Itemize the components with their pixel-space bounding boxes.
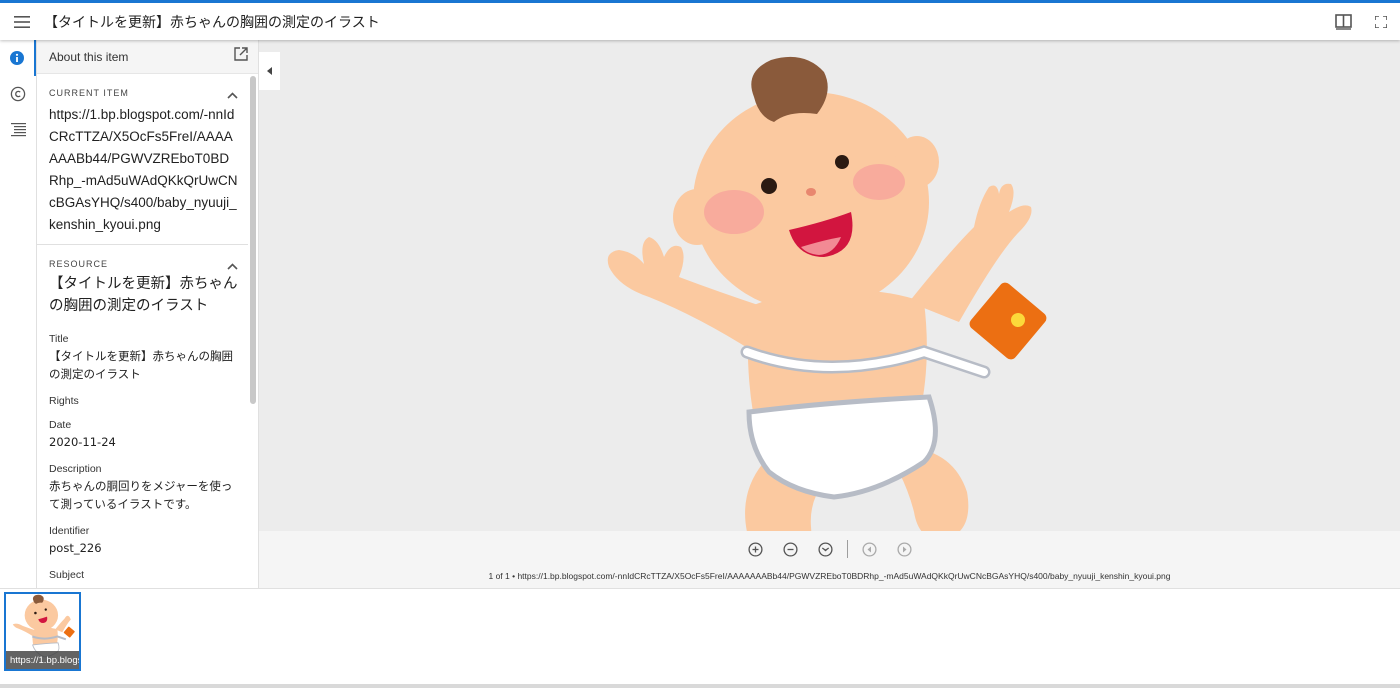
field-date: Date 2020-11-24 (49, 419, 238, 451)
reset-zoom-button[interactable] (808, 538, 843, 560)
info-tab-button[interactable] (0, 40, 36, 76)
field-label: Rights (49, 395, 79, 407)
current-item-label: Current item (49, 88, 129, 98)
book-view-icon (1334, 13, 1352, 30)
previous-icon (861, 541, 877, 557)
toc-tab-button[interactable] (0, 112, 36, 148)
field-description: Description 赤ちゃんの胴回りをメジャーを使って測っているイラストです… (49, 463, 238, 513)
image-viewer[interactable]: 1 of 1 • https://1.bp.blogspot.com/-nnId… (259, 40, 1400, 588)
zoom-out-icon (782, 541, 798, 557)
canvas-info-caption: 1 of 1 • https://1.bp.blogspot.com/-nnId… (488, 571, 1171, 581)
baby-head (673, 92, 939, 312)
resource-title: 【タイトルを更新】赤ちゃんの胸囲の測定のイラスト (49, 276, 238, 314)
resource-label: Resource (49, 259, 109, 269)
next-icon (896, 541, 912, 557)
fullscreen-icon (1375, 15, 1387, 28)
field-label: Description (49, 463, 102, 475)
panel-body[interactable]: Current item https://1.bp.blogspot.com/-… (37, 74, 248, 588)
previous-canvas-button[interactable] (852, 538, 887, 560)
toolbar-divider (846, 540, 848, 558)
field-rights: Rights (49, 395, 238, 407)
viewer-controls: 1 of 1 • https://1.bp.blogspot.com/-nnId… (259, 531, 1400, 588)
field-title: Title 【タイトルを更新】赤ちゃんの胸囲の測定のイラスト (49, 333, 238, 383)
window-top-bar: 【タイトルを更新】赤ちゃんの胸囲の測定のイラスト (0, 0, 1400, 40)
zoom-in-button[interactable] (738, 538, 773, 560)
view-options-button[interactable] (1324, 3, 1362, 40)
info-icon (10, 51, 24, 65)
field-identifier: Identifier post_226 (49, 525, 238, 557)
zoom-navigation-toolbar (259, 538, 1400, 560)
open-in-new-icon (234, 47, 248, 61)
thumbnail-item[interactable]: https://1.bp.blogspot.com/-nnIdCRcTTZA/X… (4, 592, 81, 671)
rights-tab-button[interactable] (0, 76, 36, 112)
chevron-up-icon (227, 263, 238, 270)
field-label: Subject (49, 569, 85, 581)
tape-measure-case (969, 282, 1047, 360)
field-subject: Subject (49, 569, 238, 581)
reset-zoom-icon (817, 541, 833, 557)
baby-hair (751, 56, 828, 122)
window-bottom-border (0, 684, 1400, 688)
hamburger-menu-icon (14, 15, 30, 28)
about-this-item-panel: About this item Current item https://1.b… (37, 40, 259, 588)
field-value: 赤ちゃんの胴回りをメジャーを使って測っているイラストです。 (49, 479, 233, 511)
zoom-out-button[interactable] (773, 538, 808, 560)
field-value: post_226 (49, 541, 102, 555)
panel-header: About this item (37, 40, 258, 74)
companion-area-rail (0, 40, 37, 588)
panel-title: About this item (49, 49, 129, 64)
panel-scrollbar[interactable] (250, 76, 256, 404)
chevron-up-icon (227, 92, 238, 99)
thumbnail-strip: https://1.bp.blogspot.com/-nnIdCRcTTZA/X… (0, 588, 1400, 684)
hamburger-menu-button[interactable] (0, 3, 44, 40)
field-value: 2020-11-24 (49, 435, 116, 449)
baby-illustration (607, 56, 1047, 562)
toc-icon (10, 123, 26, 137)
field-value: 【タイトルを更新】赤ちゃんの胸囲の測定のイラスト (49, 349, 233, 381)
field-label: Title (49, 333, 69, 345)
next-canvas-button[interactable] (887, 538, 922, 560)
field-label: Identifier (49, 525, 90, 537)
fullscreen-button[interactable] (1362, 3, 1400, 40)
current-item-url: https://1.bp.blogspot.com/-nnIdCRcTTZA/X… (49, 107, 238, 232)
collapse-current-item-button[interactable] (227, 86, 238, 104)
current-item-section: Current item https://1.bp.blogspot.com/-… (37, 74, 248, 245)
copyright-icon (10, 86, 26, 102)
field-label: Date (49, 419, 72, 431)
thumbnail-caption: https://1.bp.blogspot.com/-nnIdCRcTTZA/X… (6, 651, 79, 669)
window-top-actions (1324, 3, 1400, 40)
collapse-sidebar-button[interactable] (259, 52, 280, 90)
open-in-new-button[interactable] (234, 47, 248, 66)
zoom-in-icon (747, 541, 763, 557)
collapse-resource-button[interactable] (227, 257, 238, 275)
caret-left-icon (266, 67, 272, 75)
resource-section: Resource 【タイトルを更新】赤ちゃんの胸囲の測定のイラスト Title … (37, 245, 248, 588)
window-title: 【タイトルを更新】赤ちゃんの胸囲の測定のイラスト (44, 14, 380, 31)
mirador-viewer-app: 【タイトルを更新】赤ちゃんの胸囲の測定のイラスト About this item (0, 0, 1400, 688)
